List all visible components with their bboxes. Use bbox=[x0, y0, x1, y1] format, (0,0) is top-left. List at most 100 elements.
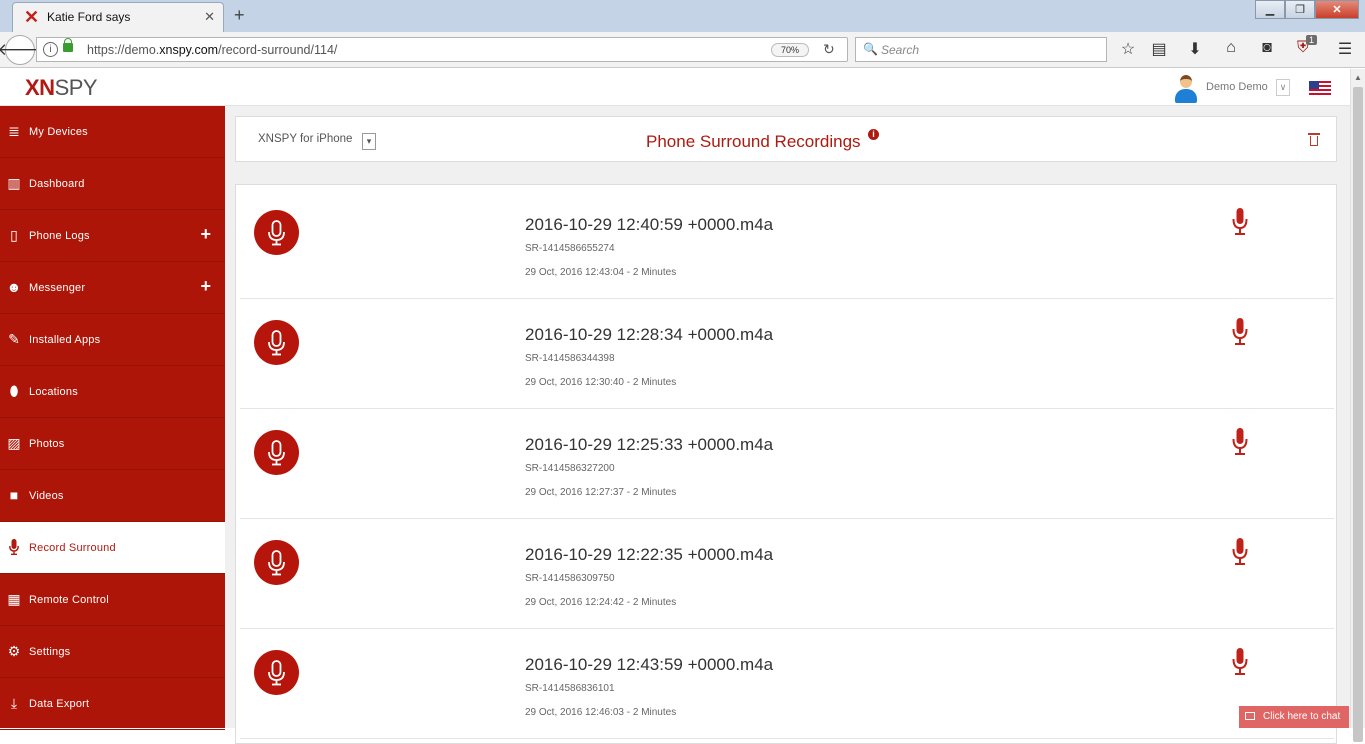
gears-icon: ⚙ bbox=[7, 642, 21, 659]
list-item[interactable]: 2016-10-29 12:28:34 +0000.m4a SR-1414586… bbox=[240, 299, 1334, 409]
title-card: XNSPY for iPhone ▾ Phone Surround Record… bbox=[235, 116, 1337, 162]
reload-icon[interactable]: ↻ bbox=[823, 41, 835, 58]
sidebar-item-remote-control[interactable]: ▦ Remote Control bbox=[0, 574, 225, 626]
sidebar-item-my-devices[interactable]: ≣ My Devices bbox=[0, 106, 225, 158]
avatar[interactable] bbox=[1174, 75, 1198, 103]
microphone-icon[interactable] bbox=[254, 210, 299, 255]
sidebar-item-dashboard[interactable]: ▥ Dashboard bbox=[0, 158, 225, 210]
browser-tab[interactable]: ✕ Katie Ford says ✕ bbox=[12, 2, 224, 32]
reading-list-icon[interactable]: ▤ bbox=[1148, 39, 1170, 59]
sidebar-item-record-surround[interactable]: Record Surround bbox=[0, 522, 225, 574]
users-icon: ☻ bbox=[6, 279, 22, 295]
recording-filename[interactable]: 2016-10-29 12:25:33 +0000.m4a bbox=[525, 435, 773, 455]
microphone-icon bbox=[5, 538, 23, 556]
trash-icon[interactable] bbox=[1308, 132, 1320, 146]
minimize-button[interactable]: ▁ bbox=[1255, 0, 1285, 19]
play-microphone-icon[interactable] bbox=[1232, 318, 1248, 346]
info-icon[interactable]: i bbox=[868, 129, 879, 140]
map-marker-icon: ⬮ bbox=[9, 382, 19, 399]
recording-filename[interactable]: 2016-10-29 12:22:35 +0000.m4a bbox=[525, 545, 773, 565]
microphone-icon[interactable] bbox=[254, 650, 299, 695]
user-name[interactable]: Demo Demo bbox=[1206, 81, 1268, 93]
lock-icon bbox=[63, 38, 73, 52]
expand-plus-icon[interactable]: + bbox=[200, 276, 211, 297]
sidebar-item-installed-apps[interactable]: ✎ Installed Apps bbox=[0, 314, 225, 366]
photo-icon: ▨ bbox=[7, 434, 21, 451]
scrollbar-thumb[interactable] bbox=[1353, 87, 1363, 742]
download-icon[interactable]: ⬇ bbox=[1184, 39, 1206, 59]
main-content: XNSPY for iPhone ▾ Phone Surround Record… bbox=[225, 106, 1350, 744]
ublock-badge: 1 bbox=[1306, 35, 1318, 45]
sidebar-item-label: Record Surround bbox=[29, 542, 116, 554]
device-selector[interactable]: XNSPY for iPhone bbox=[258, 133, 352, 145]
search-placeholder: Search bbox=[881, 43, 920, 57]
sidebar-item-label: Phone Logs bbox=[29, 230, 90, 242]
sidebar-item-phone-logs[interactable]: ▯ Phone Logs + bbox=[0, 210, 225, 262]
list-item[interactable]: 2016-10-29 12:40:59 +0000.m4a SR-1414586… bbox=[240, 189, 1334, 299]
close-window-button[interactable]: ✕ bbox=[1315, 0, 1359, 19]
microphone-icon[interactable] bbox=[254, 430, 299, 475]
home-icon[interactable]: ⌂ bbox=[1220, 39, 1242, 57]
window-controls: ▁ ❐ ✕ bbox=[1255, 0, 1359, 19]
menu-icon[interactable]: ☰ bbox=[1334, 39, 1356, 59]
chat-button[interactable]: Click here to chat bbox=[1239, 706, 1349, 728]
info-icon[interactable]: i bbox=[43, 42, 58, 57]
url-text[interactable]: https://demo.xnspy.com/record-surround/1… bbox=[87, 43, 337, 57]
magic-wand-icon: ✎ bbox=[8, 330, 20, 347]
sidebar-item-data-export[interactable]: ⤓ Data Export bbox=[0, 678, 225, 730]
new-tab-button[interactable]: + bbox=[234, 5, 245, 26]
pocket-icon[interactable]: ◙ bbox=[1256, 39, 1278, 57]
sidebar-item-videos[interactable]: ■ Videos bbox=[0, 470, 225, 522]
play-microphone-icon[interactable] bbox=[1232, 538, 1248, 566]
address-bar[interactable]: i https://demo.xnspy.com/record-surround… bbox=[36, 37, 848, 62]
back-button[interactable]: 🡐 bbox=[0, 35, 43, 65]
list-item[interactable]: 2016-10-29 12:43:59 +0000.m4a SR-1414586… bbox=[240, 629, 1334, 739]
recording-filename[interactable]: 2016-10-29 12:28:34 +0000.m4a bbox=[525, 325, 773, 345]
xnspy-logo[interactable]: XNSPY bbox=[25, 75, 98, 101]
recording-id: SR-1414586344398 bbox=[525, 353, 615, 364]
zoom-level[interactable]: 70% bbox=[771, 43, 809, 57]
sidebar-item-label: Messenger bbox=[29, 282, 86, 294]
browser-tabbar: ✕ Katie Ford says ✕ + ▁ ❐ ✕ bbox=[0, 0, 1365, 32]
chevron-down-icon[interactable]: ▾ bbox=[362, 133, 376, 150]
page-scrollbar[interactable]: ▲ bbox=[1350, 69, 1365, 742]
sidebar-item-label: Installed Apps bbox=[29, 334, 101, 346]
sidebar-item-label: Dashboard bbox=[29, 178, 85, 190]
microphone-icon[interactable] bbox=[254, 540, 299, 585]
list-item[interactable]: 2016-10-29 12:22:35 +0000.m4a SR-1414586… bbox=[240, 519, 1334, 629]
sidebar-item-locations[interactable]: ⬮ Locations bbox=[0, 366, 225, 418]
sidebar-item-label: Photos bbox=[29, 438, 65, 450]
page-title: Phone Surround Recordings bbox=[646, 132, 861, 151]
recording-id: SR-1414586327200 bbox=[525, 463, 615, 474]
search-input[interactable]: 🔍 Search bbox=[855, 37, 1107, 62]
sidebar-item-messenger[interactable]: ☻ Messenger + bbox=[0, 262, 225, 314]
sidebar-item-settings[interactable]: ⚙ Settings bbox=[0, 626, 225, 678]
recording-meta: 29 Oct, 2016 12:30:40 - 2 Minutes bbox=[525, 377, 677, 388]
sidebar-item-photos[interactable]: ▨ Photos bbox=[0, 418, 225, 470]
play-microphone-icon[interactable] bbox=[1232, 648, 1248, 676]
recording-meta: 29 Oct, 2016 12:27:37 - 2 Minutes bbox=[525, 487, 677, 498]
play-microphone-icon[interactable] bbox=[1232, 208, 1248, 236]
scroll-up-icon[interactable]: ▲ bbox=[1354, 73, 1362, 82]
dashboard-icon: ▥ bbox=[7, 174, 21, 191]
search-icon: 🔍 bbox=[863, 42, 878, 56]
recordings-list: 2016-10-29 12:40:59 +0000.m4a SR-1414586… bbox=[235, 184, 1337, 744]
play-microphone-icon[interactable] bbox=[1232, 428, 1248, 456]
microphone-icon[interactable] bbox=[254, 320, 299, 365]
chevron-down-icon[interactable]: ∨ bbox=[1276, 79, 1290, 96]
xnspy-favicon-icon: ✕ bbox=[24, 7, 40, 27]
tab-close-icon[interactable]: ✕ bbox=[204, 9, 215, 25]
download-icon: ⤓ bbox=[10, 694, 18, 711]
sidebar: ≣ My Devices ▥ Dashboard ▯ Phone Logs + … bbox=[0, 106, 225, 730]
bookmark-star-icon[interactable]: ☆ bbox=[1117, 39, 1139, 59]
recording-meta: 29 Oct, 2016 12:43:04 - 2 Minutes bbox=[525, 267, 677, 278]
phone-icon: ▯ bbox=[10, 226, 18, 243]
us-flag-icon[interactable] bbox=[1309, 81, 1331, 95]
maximize-button[interactable]: ❐ bbox=[1285, 0, 1315, 19]
list-item[interactable]: 2016-10-29 12:25:33 +0000.m4a SR-1414586… bbox=[240, 409, 1334, 519]
sidebar-item-label: My Devices bbox=[29, 126, 88, 138]
expand-plus-icon[interactable]: + bbox=[200, 224, 211, 245]
recording-meta: 29 Oct, 2016 12:46:03 - 2 Minutes bbox=[525, 707, 677, 718]
recording-filename[interactable]: 2016-10-29 12:40:59 +0000.m4a bbox=[525, 215, 773, 235]
recording-filename[interactable]: 2016-10-29 12:43:59 +0000.m4a bbox=[525, 655, 773, 675]
